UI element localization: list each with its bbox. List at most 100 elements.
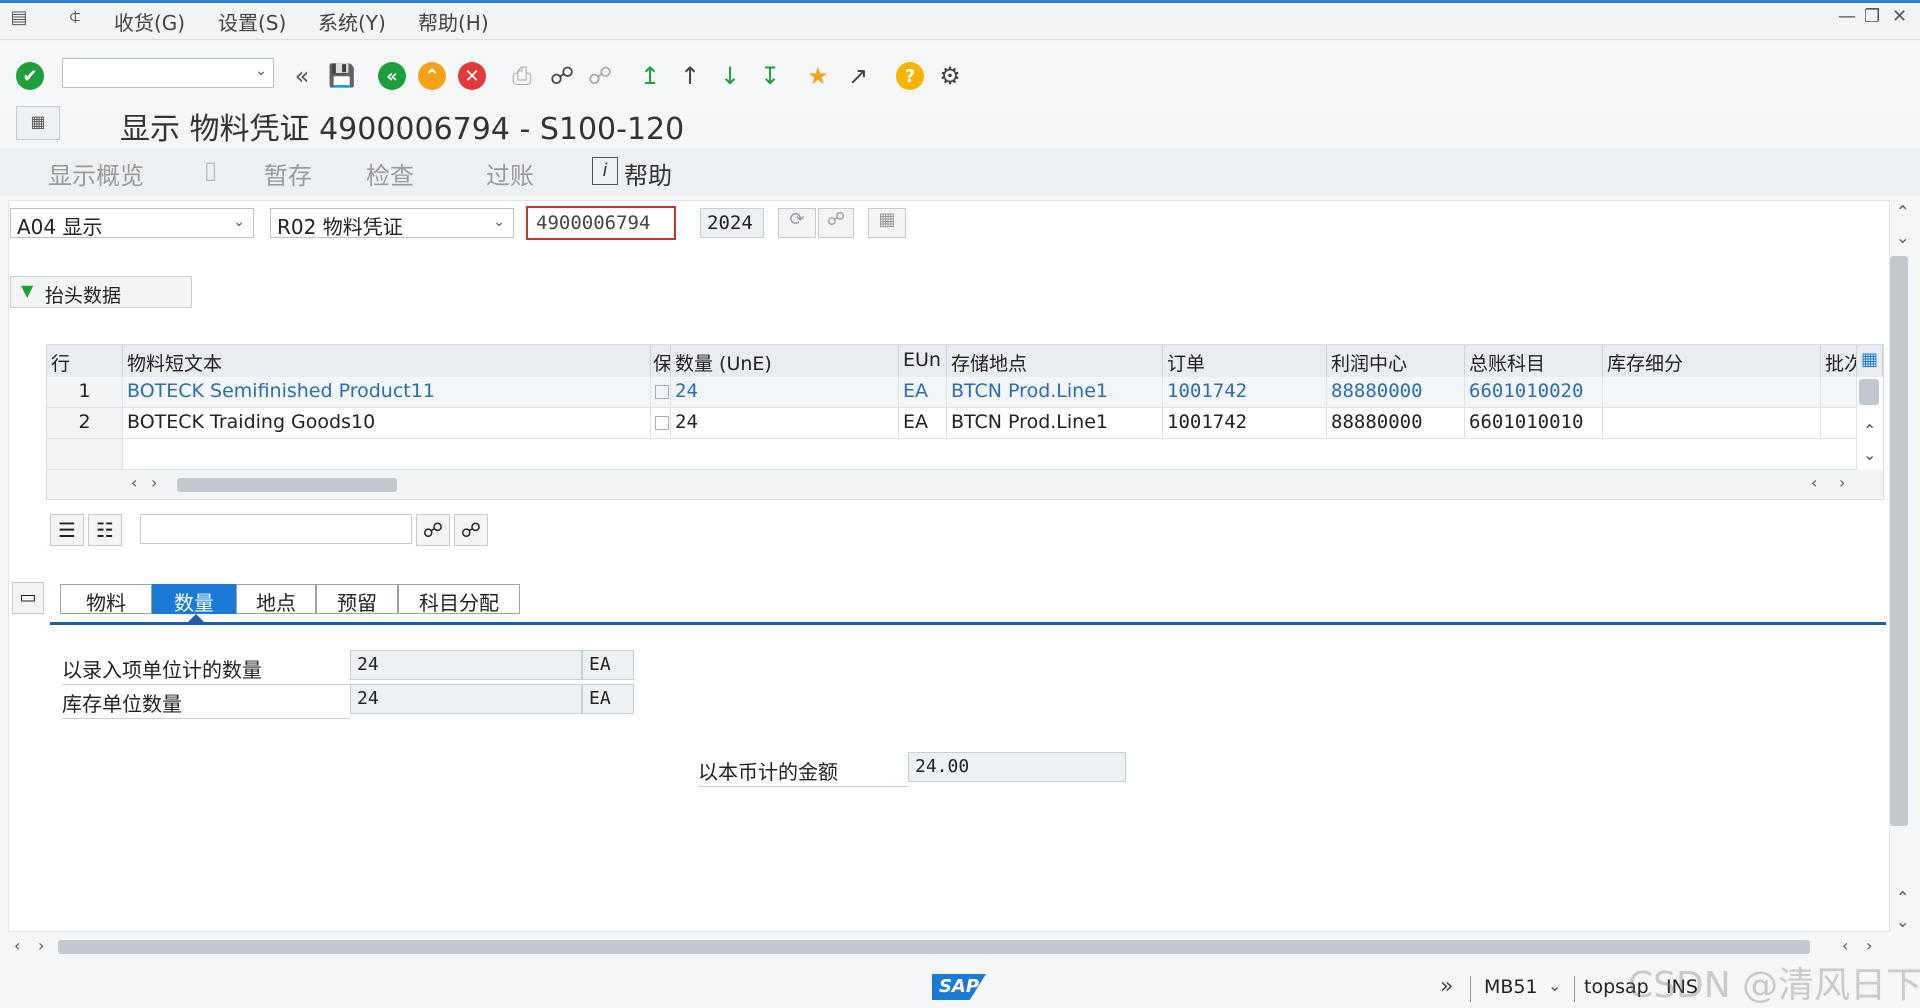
entry-unit-field[interactable]: EA <box>582 650 634 680</box>
grid-vertical-scrollbar[interactable] <box>1859 379 1879 405</box>
cancel-button[interactable]: ✕ <box>456 60 488 92</box>
shortcut-icon[interactable]: ↗ <box>842 60 874 92</box>
col-header-eun[interactable]: EUn <box>899 345 947 377</box>
scroll-down-icon[interactable]: ⌄ <box>1863 445 1876 464</box>
tab-material[interactable]: 物料 <box>60 584 152 615</box>
row-line-number[interactable]: 1 <box>47 377 123 408</box>
scroll-left-icon[interactable]: ‹ <box>1842 936 1848 955</box>
local-amount-field[interactable]: 24.00 <box>908 752 1126 782</box>
collapse-command-button[interactable]: « <box>286 60 318 92</box>
grid-horizontal-scrollbar[interactable] <box>177 478 397 492</box>
cell-gl-account[interactable]: 6601010020 <box>1465 377 1603 408</box>
next-page-icon[interactable]: ↓ <box>714 60 746 92</box>
scroll-left-icon[interactable]: ‹ <box>131 473 137 492</box>
cell-stock-segment[interactable] <box>1603 408 1821 439</box>
previous-page-icon[interactable]: ↑ <box>674 60 706 92</box>
cell-profit-center[interactable]: 88880000 <box>1327 408 1465 439</box>
first-page-icon[interactable]: ↥ <box>634 60 666 92</box>
cell-profit-center[interactable]: 88880000 <box>1327 377 1465 408</box>
scroll-up-icon[interactable]: ⌃ <box>1863 421 1876 440</box>
restore-icon[interactable]: ❐ <box>1864 6 1880 27</box>
print-icon[interactable]: ⎙ <box>506 60 538 92</box>
cell-order[interactable]: 1001742 <box>1163 377 1327 408</box>
vertical-scrollbar[interactable] <box>1890 256 1908 826</box>
hold-button[interactable]: 暂存 <box>264 156 312 191</box>
help-text-button[interactable]: 帮助 <box>624 156 672 191</box>
col-header-quantity[interactable]: 数量 (UnE) <box>671 345 899 377</box>
find-next-icon[interactable]: ☍ <box>584 60 616 92</box>
execute-button[interactable]: ⟳ <box>778 208 816 238</box>
customize-icon[interactable]: ⍧ <box>64 6 86 28</box>
gear-icon[interactable]: ⚙ <box>934 60 966 92</box>
row-line-number[interactable]: 2 <box>47 408 123 439</box>
scroll-up-icon[interactable]: ⌃ <box>1896 202 1909 221</box>
command-field[interactable]: ⌄ <box>62 58 274 88</box>
year-input[interactable]: 2024 <box>700 208 764 238</box>
menu-goods-receipt[interactable]: 收货(G) <box>114 7 185 36</box>
chevron-down-icon[interactable]: ⌄ <box>1548 976 1561 995</box>
menu-help[interactable]: 帮助(H) <box>418 7 489 36</box>
last-page-icon[interactable]: ↧ <box>754 60 786 92</box>
reference-doc-select[interactable]: R02 物料凭证 ⌄ <box>270 208 514 239</box>
col-header-order[interactable]: 订单 <box>1163 345 1327 377</box>
screen-menu-icon[interactable]: ▦ <box>16 106 60 140</box>
check-button[interactable]: 检查 <box>366 156 414 191</box>
cell-eun[interactable]: EA <box>899 377 947 408</box>
cell-quantity[interactable]: 24 <box>671 408 899 439</box>
deselect-all-button[interactable]: ☷ <box>88 514 122 546</box>
enter-button[interactable]: ✔ <box>14 60 46 92</box>
horizontal-scrollbar[interactable] <box>58 940 1810 954</box>
tab-account-assignment[interactable]: 科目分配 <box>398 584 520 615</box>
expand-status-icon[interactable]: » <box>1440 974 1453 999</box>
cell-stock-segment[interactable] <box>1603 377 1821 408</box>
cell-storage-location[interactable]: BTCN Prod.Line1 <box>947 408 1163 439</box>
col-header-batch[interactable]: 批次 <box>1821 345 1857 377</box>
cell-batch[interactable] <box>1821 377 1857 408</box>
cell-material-text[interactable]: BOTECK Semifinished Product11 <box>123 377 651 408</box>
overview-button[interactable]: 显示概览 <box>48 156 144 191</box>
cell-checkbox[interactable] <box>651 377 671 408</box>
column-settings-icon[interactable]: ▦ <box>1857 345 1883 377</box>
cell-material-text[interactable]: BOTECK Traiding Goods10 <box>123 408 651 439</box>
grid-search-input[interactable] <box>140 514 412 544</box>
menu-settings[interactable]: 设置(S) <box>218 7 286 36</box>
menu-icon[interactable]: ▤ <box>8 6 30 28</box>
cell-gl-account[interactable]: 6601010010 <box>1465 408 1603 439</box>
document-icon[interactable]: ▯ <box>204 156 217 184</box>
col-header-storage-location[interactable]: 存储地点 <box>947 345 1163 377</box>
action-select[interactable]: A04 显示 ⌄ <box>10 208 254 239</box>
cell-checkbox[interactable] <box>651 408 671 439</box>
cell-storage-location[interactable]: BTCN Prod.Line1 <box>947 377 1163 408</box>
scroll-down-icon[interactable]: ⌄ <box>1896 912 1909 931</box>
scroll-up-icon[interactable]: ⌃ <box>1896 888 1909 907</box>
grid-find-next-button[interactable]: ☍ <box>454 514 488 546</box>
new-session-icon[interactable]: ★ <box>802 60 834 92</box>
search-button[interactable]: ☍ <box>818 208 854 238</box>
collapse-detail-button[interactable]: ▭ <box>12 582 44 614</box>
scroll-left-icon[interactable]: ‹ <box>14 936 20 955</box>
header-data-button[interactable]: ▼ 抬头数据 <box>10 276 192 308</box>
cell-order[interactable]: 1001742 <box>1163 408 1327 439</box>
col-header-profit-center[interactable]: 利润中心 <box>1327 345 1465 377</box>
minimize-icon[interactable]: — <box>1838 6 1856 27</box>
back-button[interactable]: « <box>376 60 408 92</box>
scroll-left-icon[interactable]: ‹ <box>1811 473 1817 492</box>
col-header-line[interactable]: 行 <box>47 345 123 377</box>
scroll-down-icon[interactable]: ⌄ <box>1896 228 1909 247</box>
stock-unit-field[interactable]: EA <box>582 684 634 714</box>
grid-find-button[interactable]: ☍ <box>416 514 450 546</box>
scroll-right-icon[interactable]: › <box>1839 473 1845 492</box>
scroll-right-icon[interactable]: › <box>151 473 157 492</box>
cell-batch[interactable] <box>1821 408 1857 439</box>
find-icon[interactable]: ☍ <box>546 60 578 92</box>
help-button[interactable]: ? <box>894 60 926 92</box>
scroll-right-icon[interactable]: › <box>1866 936 1872 955</box>
menu-system[interactable]: 系统(Y) <box>318 7 386 36</box>
col-header-stock-segment[interactable]: 库存细分 <box>1603 345 1821 377</box>
scroll-right-icon[interactable]: › <box>38 936 44 955</box>
select-all-button[interactable]: ☰ <box>50 514 84 546</box>
col-header-gl-account[interactable]: 总账科目 <box>1465 345 1603 377</box>
close-window-icon[interactable]: ✕ <box>1892 6 1907 27</box>
tab-reservation[interactable]: 预留 <box>316 584 398 615</box>
save-icon[interactable]: 💾 <box>326 60 358 92</box>
